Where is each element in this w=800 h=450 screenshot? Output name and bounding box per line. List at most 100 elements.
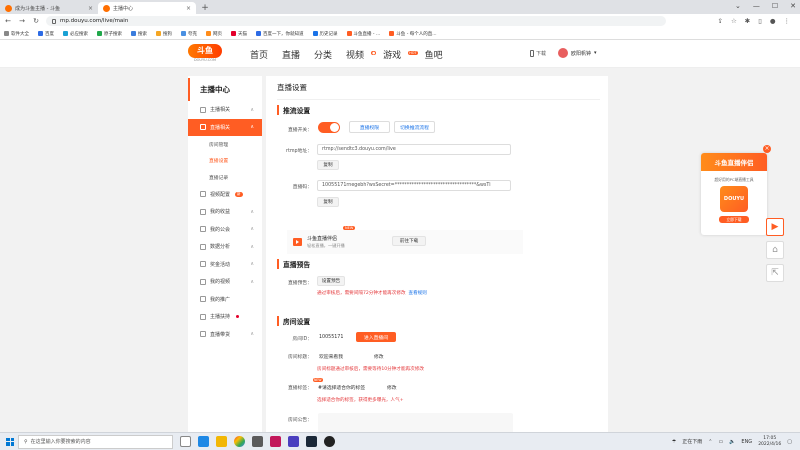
chevron-down-icon[interactable]: ⌄ (735, 2, 741, 10)
chevron-up-icon[interactable]: ⌃ (708, 439, 712, 445)
home-icon[interactable]: ⌂ (766, 241, 784, 259)
douyu-favicon-icon (5, 4, 12, 12)
nav-game[interactable]: 游戏 HOT (383, 48, 418, 61)
browser-tab-1[interactable]: 成为斗鱼主播 - 斗鱼 × (0, 2, 98, 14)
bookmark-item[interactable]: 搜索 (131, 31, 147, 37)
edit-title-button[interactable]: 修改 (374, 353, 384, 360)
weather-text[interactable]: 正在下雨 (682, 438, 702, 445)
sidebar-sub-live-settings[interactable]: 直播设置 (188, 153, 262, 170)
chevron-up-icon: ∧ (250, 106, 254, 113)
sidebar-item-data[interactable]: 数据分析 ∧ (188, 238, 262, 256)
sidebar-item-guild[interactable]: 我的公会 ∧ (188, 221, 262, 239)
url-input[interactable]: mp.douyu.com/live/main (46, 16, 666, 26)
app-icon[interactable] (252, 436, 263, 447)
bookmark-item[interactable]: 斗鱼直播 - ... (346, 31, 380, 37)
upgrade-permission-button[interactable]: 直播权限 (349, 121, 390, 133)
sidebar-icon[interactable]: ▯ (758, 17, 762, 25)
set-preview-button[interactable]: 设置预告 (317, 276, 345, 286)
sidebar-item-support[interactable]: 主播扶持 (188, 308, 262, 326)
file-explorer-icon[interactable] (216, 436, 227, 447)
edit-tag-button[interactable]: 修改 (387, 384, 397, 391)
browser-tab-2[interactable]: 主播中心 × (98, 2, 196, 14)
share-icon[interactable]: ⇪ (718, 17, 723, 25)
sidebar-sub-live-records[interactable]: 直播记录 (188, 169, 262, 186)
bookmark-item[interactable]: 百度一下，你就知道 (256, 31, 304, 37)
live-tag-value[interactable]: #请选择适合你的标签 (318, 384, 365, 391)
minimize-icon[interactable]: — (753, 2, 760, 10)
sidebar-item-my-video[interactable]: 我的视频 ∧ (188, 273, 262, 291)
ad-download-button[interactable]: 立即下载 (719, 216, 749, 223)
sidebar-item-live[interactable]: 直播相关 ∧ (188, 118, 262, 136)
switch-tutorial-button[interactable]: 切换推流流程 (394, 121, 435, 133)
volume-icon[interactable]: 🔈 (729, 439, 735, 445)
close-icon[interactable]: ✕ (790, 2, 796, 10)
close-icon[interactable]: × (763, 145, 771, 153)
bookmarks-bar: 软件大全 百度 必应搜索 原子搜索 搜索 搜狗 夸克 网页 天猫 百度一下，你就… (0, 28, 800, 40)
language-indicator[interactable]: ENG (741, 439, 752, 445)
taskbar-search-input[interactable]: ⚲ 在这里输入你要搜索的内容 (18, 434, 173, 449)
back-icon[interactable]: ← (4, 17, 12, 25)
sidebar-item-commerce[interactable]: 直播带货 ∧ (188, 326, 262, 344)
network-icon[interactable]: ▭ (718, 439, 723, 445)
nav-yuba[interactable]: 鱼吧 (425, 48, 443, 61)
back-to-top-icon[interactable]: ⇱ (766, 264, 784, 282)
nav-home[interactable]: 首页 (250, 48, 268, 61)
stream-code-field[interactable]: 10055171rnegebh?wsSecret=***************… (317, 180, 511, 191)
bookmark-icon (156, 31, 161, 36)
douyu-logo[interactable]: 斗鱼 DOUYU.COM (188, 44, 222, 62)
live-switch-toggle[interactable] (318, 122, 340, 133)
companion-ad-card[interactable]: 斗鱼直播伴侣 超好用的PC端直播工具 DOUYU 立即下载 (701, 153, 767, 235)
view-rules-link[interactable]: 查看规则 (408, 291, 426, 296)
steam-icon[interactable] (306, 436, 317, 447)
profile-icon[interactable]: ● (770, 17, 776, 25)
bookmark-item[interactable]: 搜狗 (156, 31, 172, 37)
bookmark-icon (63, 31, 68, 36)
download-companion-button[interactable]: 前往下载 (392, 236, 426, 246)
bookmark-item[interactable]: 必应搜索 (63, 31, 88, 37)
clock[interactable]: 17:05 2022/4/16 (758, 436, 781, 447)
bookmark-item[interactable]: 斗鱼 - 每个人的直... (389, 31, 437, 37)
app-icon[interactable] (288, 436, 299, 447)
bookmark-item[interactable]: 软件大全 (4, 31, 29, 37)
notification-icon[interactable]: ▢ (787, 439, 792, 445)
copy-rtmp-button[interactable]: 复制 (317, 160, 339, 170)
forward-icon[interactable]: → (18, 17, 26, 25)
notification-dot (236, 315, 240, 319)
bookmark-item[interactable]: 天猫 (231, 31, 247, 37)
sidebar-item-activity[interactable]: 奖金活动 ∧ (188, 256, 262, 274)
new-tab-button[interactable]: + (199, 2, 211, 14)
room-notice-label: 房间公告： (288, 418, 312, 423)
menu-icon[interactable]: ⋮ (784, 17, 791, 25)
user-menu[interactable]: 欧阳帆钟 ▾ (558, 48, 597, 58)
sidebar-item-promotion[interactable]: 我的推广 (188, 291, 262, 309)
bookmark-item[interactable]: 百度 (38, 31, 54, 37)
rtmp-address-field[interactable]: rtmp://sendtc3.douyu.com/live (317, 144, 511, 155)
download-link[interactable]: 下载 (530, 50, 546, 57)
copy-code-button[interactable]: 复制 (317, 197, 339, 207)
maximize-icon[interactable]: ☐ (772, 2, 778, 10)
obs-icon[interactable] (324, 436, 335, 447)
close-icon[interactable]: × (186, 5, 191, 12)
nav-live[interactable]: 直播 (282, 48, 300, 61)
app-icon[interactable] (270, 436, 281, 447)
reload-icon[interactable]: ↻ (32, 17, 40, 25)
sidebar-sub-room-manage[interactable]: 房间管理 (188, 136, 262, 153)
chrome-icon[interactable] (234, 436, 245, 447)
sidebar-item-anchor[interactable]: 主播相关 ∧ (188, 101, 262, 119)
nav-category[interactable]: 分类 (314, 48, 332, 61)
extensions-icon[interactable]: ✱ (745, 17, 750, 25)
bookmark-item[interactable]: 原子搜索 (97, 31, 122, 37)
sidebar-item-video-config[interactable]: 视频配置 新 (188, 186, 262, 204)
sidebar-item-income[interactable]: 我的收益 ∧ (188, 203, 262, 221)
star-icon[interactable]: ☆ (731, 17, 737, 25)
play-icon[interactable]: ▶ (766, 218, 784, 236)
close-icon[interactable]: × (88, 5, 93, 12)
enter-room-button[interactable]: 进入直播间 (356, 332, 396, 342)
windows-start-icon[interactable] (2, 434, 18, 450)
edge-icon[interactable] (198, 436, 209, 447)
bookmark-item[interactable]: 夸克 (181, 31, 197, 37)
task-view-icon[interactable] (180, 436, 191, 447)
bookmark-item[interactable]: 历史记录 (312, 31, 338, 37)
nav-video[interactable]: 视频 ● (346, 48, 377, 61)
bookmark-item[interactable]: 网页 (206, 31, 222, 37)
